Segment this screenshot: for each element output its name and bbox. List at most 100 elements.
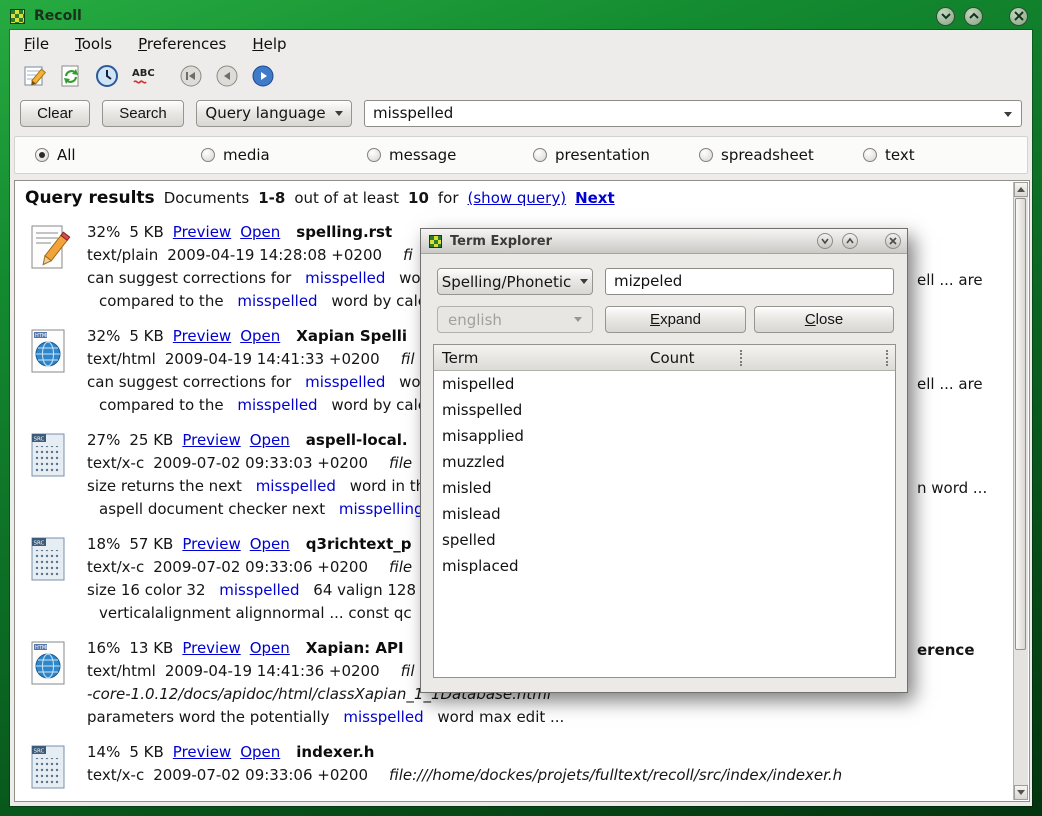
results-header: Query results Documents 1-8 out of at le… (25, 188, 615, 208)
result-row: 14%5 KBPreviewOpenindexer.h text/x-c2009… (23, 741, 1005, 802)
result-mime: text/x-c (87, 766, 144, 784)
shade-icon[interactable] (817, 233, 833, 249)
chevron-down-icon[interactable] (1004, 112, 1012, 117)
query-mode-select[interactable]: Query language (196, 100, 352, 127)
column-term[interactable]: Term (442, 347, 478, 369)
result-score: 16% (87, 639, 120, 657)
dialog-title: Term Explorer (450, 234, 552, 249)
update-index-icon[interactable] (58, 63, 84, 89)
preview-link[interactable]: Preview (173, 743, 231, 761)
window-controls (936, 7, 1032, 26)
open-link[interactable]: Open (240, 223, 280, 241)
result-date: 2009-07-02 09:33:06 +0200 (153, 766, 368, 784)
filter-label: text (885, 146, 915, 164)
preview-link[interactable]: Preview (182, 535, 240, 553)
docs-range: 1-8 (258, 189, 285, 207)
html-document-icon (25, 328, 71, 374)
search-bar: Clear Search Query language misspelled (10, 94, 1032, 132)
menu-bar: File Tools Preferences Help (10, 30, 1032, 58)
radio-icon (863, 148, 877, 162)
result-text-fragment: ell ... are (917, 269, 983, 292)
close-icon[interactable] (885, 233, 901, 249)
source-code-icon (25, 432, 71, 478)
menu-help[interactable]: Help (252, 35, 286, 53)
term-explorer-abc-icon[interactable]: ABC (130, 63, 156, 89)
expand-button[interactable]: Expand (605, 306, 746, 333)
preview-link[interactable]: Preview (173, 327, 231, 345)
term-row[interactable]: spelled (434, 527, 895, 553)
open-link[interactable]: Open (250, 639, 290, 657)
term-input[interactable]: mizpeled (605, 268, 894, 295)
scroll-up-icon[interactable] (1014, 182, 1028, 197)
result-title: aspell-local. (306, 431, 408, 449)
result-title: spelling.rst (296, 223, 392, 241)
term-row[interactable]: mislead (434, 501, 895, 527)
clear-button[interactable]: Clear (20, 100, 90, 127)
filter-label: presentation (555, 146, 650, 164)
shade-icon[interactable] (936, 7, 955, 26)
filter-label: All (57, 146, 76, 164)
result-size: 5 KB (129, 223, 163, 241)
page-previous-icon[interactable] (214, 63, 240, 89)
history-clock-icon[interactable] (94, 63, 120, 89)
open-link[interactable]: Open (240, 327, 280, 345)
term-row[interactable]: misapplied (434, 423, 895, 449)
filter-option-message[interactable]: message (367, 146, 456, 164)
next-page-link[interactable]: Next (575, 189, 615, 207)
menu-file[interactable]: File (24, 35, 49, 53)
show-query-link[interactable]: (show query) (468, 189, 567, 207)
result-date: 2009-07-02 09:33:06 +0200 (153, 558, 368, 576)
results-scrollbar[interactable] (1013, 182, 1028, 800)
search-button[interactable]: Search (102, 100, 184, 127)
term-row[interactable]: misspelled (434, 397, 895, 423)
expand-mode-label: Spelling/Phonetic (442, 273, 572, 291)
column-resize-handle[interactable] (886, 350, 888, 366)
result-date: 2009-07-02 09:33:03 +0200 (153, 454, 368, 472)
erase-search-icon[interactable] (22, 63, 48, 89)
result-text-fragment: ell ... are (917, 373, 983, 396)
maximize-icon[interactable] (964, 7, 983, 26)
docs-total: 10 (408, 189, 429, 207)
page-next-icon[interactable] (250, 63, 276, 89)
dialog-body: Spelling/Phonetic mizpeled english Expan… (421, 254, 907, 692)
radio-icon (367, 148, 381, 162)
expand-mode-select[interactable]: Spelling/Phonetic (437, 268, 593, 295)
radio-icon (201, 148, 215, 162)
result-score: 14% (87, 743, 120, 761)
terms-table: Term Count mispelled misspelled misappli… (433, 344, 896, 678)
term-row[interactable]: misled (434, 475, 895, 501)
menu-tools[interactable]: Tools (75, 35, 112, 53)
filter-option-all[interactable]: All (35, 146, 76, 164)
radio-selected-icon (35, 148, 49, 162)
result-title: indexer.h (296, 743, 374, 761)
page-first-icon[interactable] (178, 63, 204, 89)
scrollbar-thumb[interactable] (1015, 198, 1026, 650)
filter-option-media[interactable]: media (201, 146, 270, 164)
preview-link[interactable]: Preview (182, 431, 240, 449)
result-title-fragment: erence (917, 639, 975, 662)
term-row[interactable]: muzzled (434, 449, 895, 475)
chevron-down-icon (574, 317, 582, 322)
column-resize-handle[interactable] (740, 350, 742, 366)
maximize-icon[interactable] (842, 233, 858, 249)
filter-option-spreadsheet[interactable]: spreadsheet (699, 146, 814, 164)
chevron-down-icon (335, 111, 343, 116)
open-link[interactable]: Open (250, 535, 290, 553)
preview-link[interactable]: Preview (173, 223, 231, 241)
scroll-down-icon[interactable] (1014, 785, 1028, 800)
menu-preferences[interactable]: Preferences (138, 35, 226, 53)
filter-option-presentation[interactable]: presentation (533, 146, 650, 164)
column-count[interactable]: Count (650, 347, 695, 369)
filter-option-text[interactable]: text (863, 146, 915, 164)
open-link[interactable]: Open (240, 743, 280, 761)
preview-link[interactable]: Preview (182, 639, 240, 657)
term-row[interactable]: mispelled (434, 371, 895, 397)
open-link[interactable]: Open (250, 431, 290, 449)
term-row[interactable]: misplaced (434, 553, 895, 579)
close-button[interactable]: Close (754, 306, 894, 333)
query-input[interactable]: misspelled (364, 100, 1022, 127)
close-icon[interactable] (1009, 7, 1028, 26)
result-size: 13 KB (129, 639, 173, 657)
query-mode-label: Query language (205, 104, 325, 122)
result-date: 2009-04-19 14:41:33 +0200 (165, 350, 380, 368)
